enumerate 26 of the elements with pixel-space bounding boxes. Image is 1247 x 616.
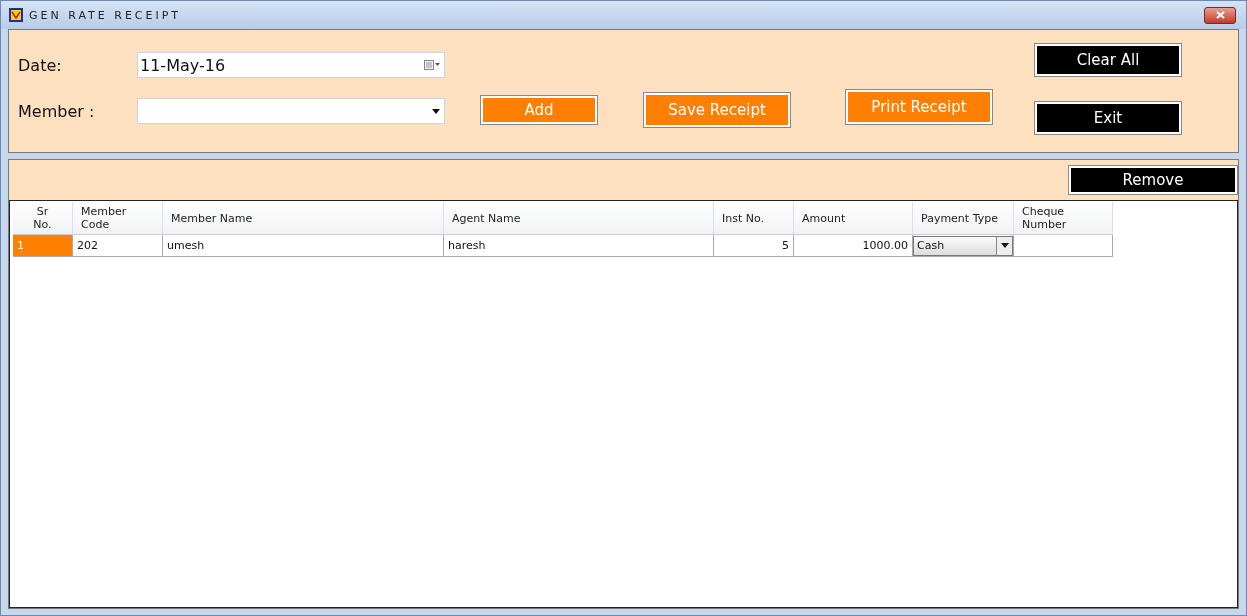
dropdown-arrow-icon <box>1000 243 1009 248</box>
close-icon <box>1215 11 1225 19</box>
calendar-icon <box>424 60 440 70</box>
column-header[interactable]: Member Code <box>73 202 163 235</box>
date-label: Date: <box>18 55 63 75</box>
window-title: GEN RATE RECEIPT <box>29 8 183 22</box>
date-picker[interactable]: 11-May-16 <box>137 52 445 78</box>
dropdown-arrow-icon <box>432 108 440 114</box>
column-header[interactable]: Sr No. <box>13 202 73 235</box>
member-label: Member : <box>18 101 96 121</box>
remove-button[interactable]: Remove <box>1069 166 1237 194</box>
table-cell: umesh <box>163 235 444 257</box>
table-cell: 202 <box>73 235 163 257</box>
column-header[interactable]: Payment Type <box>913 202 1014 235</box>
column-header[interactable]: Agent Name <box>444 202 714 235</box>
column-header[interactable]: Inst No. <box>714 202 794 235</box>
column-header[interactable]: Cheque Number <box>1014 202 1113 235</box>
table-cell: 5 <box>714 235 794 257</box>
column-header[interactable]: Amount <box>794 202 913 235</box>
column-header[interactable]: Member Name <box>163 202 444 235</box>
clear-all-button[interactable]: Clear All <box>1035 44 1181 76</box>
app-icon <box>9 8 23 22</box>
table-cell: haresh <box>444 235 714 257</box>
close-button[interactable] <box>1204 6 1236 24</box>
payment-type-dropdown[interactable]: Cash <box>913 235 1013 256</box>
exit-button[interactable]: Exit <box>1035 102 1181 134</box>
